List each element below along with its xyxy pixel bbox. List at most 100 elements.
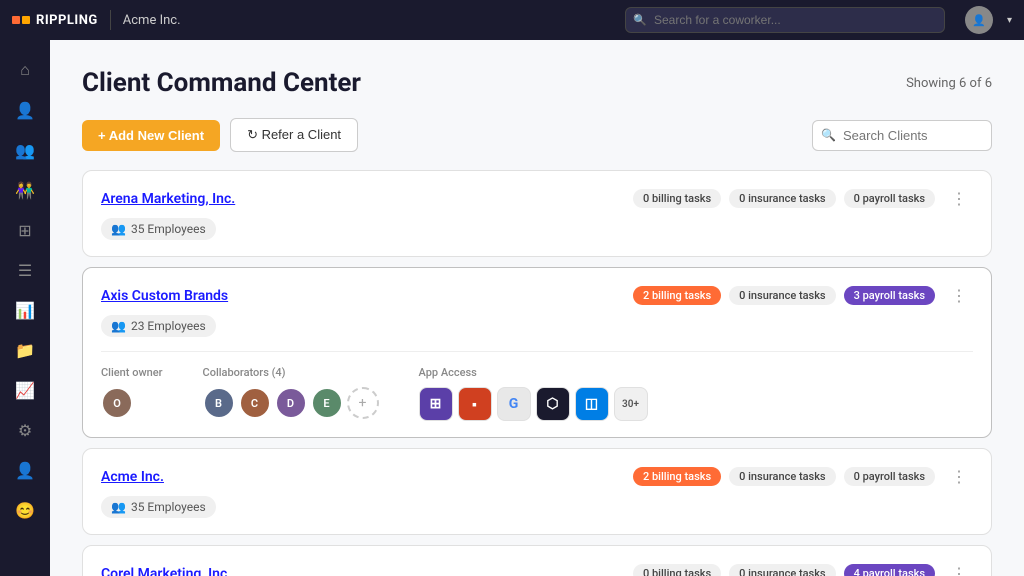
badge-group: 0 billing tasks 0 insurance tasks 4 payr… bbox=[633, 564, 935, 576]
logo-icon bbox=[12, 16, 30, 24]
client-card: Arena Marketing, Inc. 0 billing tasks 0 … bbox=[82, 170, 992, 257]
employee-count: 👥 35 Employees bbox=[101, 496, 216, 518]
app-icon-more: 30+ bbox=[614, 387, 648, 421]
employee-count: 👥 35 Employees bbox=[101, 218, 216, 240]
person-icon: 👤 bbox=[15, 101, 35, 120]
avatar[interactable]: 👤 bbox=[965, 6, 993, 34]
client-card: Corel Marketing, Inc. 0 billing tasks 0 … bbox=[82, 545, 992, 576]
client-card-top: Corel Marketing, Inc. 0 billing tasks 0 … bbox=[101, 562, 973, 576]
people-icon: 👥 bbox=[111, 222, 126, 236]
collaborators-avatar-row: BCDE+ bbox=[203, 387, 379, 419]
sidebar: ⌂ 👤 👥 👫 ⊞ ☰ 📊 📁 📈 ⚙ 👤 bbox=[0, 40, 50, 576]
logo-text: RIPPLING bbox=[36, 13, 98, 28]
client-card-top: Arena Marketing, Inc. 0 billing tasks 0 … bbox=[101, 187, 973, 210]
home-icon: ⌂ bbox=[20, 60, 30, 80]
page-header: Client Command Center Showing 6 of 6 bbox=[82, 68, 992, 98]
add-collaborator-button[interactable]: + bbox=[347, 387, 379, 419]
owner-avatar: O bbox=[101, 387, 133, 419]
sidebar-item-profile[interactable]: 😊 bbox=[7, 492, 43, 528]
app-icon[interactable]: ⊞ bbox=[419, 387, 453, 421]
sidebar-item-people[interactable]: 👤 bbox=[7, 92, 43, 128]
add-user-icon: 👤 bbox=[15, 461, 35, 480]
client-card-top: Acme Inc. 2 billing tasks 0 insurance ta… bbox=[101, 465, 973, 488]
employee-label: 35 Employees bbox=[131, 500, 206, 514]
search-clients-icon: 🔍 bbox=[821, 128, 836, 142]
client-card: Acme Inc. 2 billing tasks 0 insurance ta… bbox=[82, 448, 992, 535]
payroll-badge: 0 payroll tasks bbox=[844, 189, 935, 208]
owner-avatar-row: O bbox=[101, 387, 163, 419]
sidebar-item-team[interactable]: 👥 bbox=[7, 132, 43, 168]
employee-label: 35 Employees bbox=[131, 222, 206, 236]
search-icon: 🔍 bbox=[633, 14, 647, 27]
app-icon[interactable]: G bbox=[497, 387, 531, 421]
context-menu-button[interactable]: ⋮ bbox=[945, 465, 973, 488]
app-access-section: App Access ⊞▪G⬡◫30+ bbox=[419, 366, 648, 421]
client-card-top: Axis Custom Brands 2 billing tasks 0 ins… bbox=[101, 284, 973, 307]
sidebar-item-home[interactable]: ⌂ bbox=[7, 52, 43, 88]
page-title: Client Command Center bbox=[82, 68, 361, 98]
insurance-badge: 0 insurance tasks bbox=[729, 286, 835, 305]
client-name[interactable]: Arena Marketing, Inc. bbox=[101, 191, 623, 207]
payroll-badge: 0 payroll tasks bbox=[844, 467, 935, 486]
sidebar-item-chart[interactable]: 📊 bbox=[7, 292, 43, 328]
badge-group: 2 billing tasks 0 insurance tasks 0 payr… bbox=[633, 467, 935, 486]
app-access-label: App Access bbox=[419, 366, 648, 379]
expanded-section: Client owner O Collaborators (4) BCDE+ A… bbox=[101, 351, 973, 421]
nav-divider bbox=[110, 10, 111, 30]
top-navigation: RIPPLING Acme Inc. 🔍 👤 ▾ bbox=[0, 0, 1024, 40]
global-search-input[interactable] bbox=[625, 7, 945, 33]
client-name[interactable]: Axis Custom Brands bbox=[101, 288, 623, 304]
collaborator-avatar: E bbox=[311, 387, 343, 419]
app-icons-row: ⊞▪G⬡◫30+ bbox=[419, 387, 648, 421]
profile-icon: 😊 bbox=[15, 501, 35, 520]
global-search[interactable]: 🔍 bbox=[625, 7, 945, 33]
insurance-badge: 0 insurance tasks bbox=[729, 189, 835, 208]
groups-icon: 👫 bbox=[15, 181, 35, 200]
list-icon: ☰ bbox=[18, 261, 32, 280]
chart-icon: 📊 bbox=[15, 301, 35, 320]
apps-icon: ⊞ bbox=[18, 221, 31, 240]
showing-count: Showing 6 of 6 bbox=[906, 76, 992, 91]
rippling-logo: RIPPLING bbox=[12, 13, 98, 28]
sidebar-item-settings[interactable]: ⚙ bbox=[7, 412, 43, 448]
client-name[interactable]: Acme Inc. bbox=[101, 469, 623, 485]
sidebar-item-folder[interactable]: 📁 bbox=[7, 332, 43, 368]
app-icon[interactable]: ▪ bbox=[458, 387, 492, 421]
employee-label: 23 Employees bbox=[131, 319, 206, 333]
collaborators-section: Collaborators (4) BCDE+ bbox=[203, 366, 379, 421]
client-owner-section: Client owner O bbox=[101, 366, 163, 421]
sidebar-item-apps[interactable]: ⊞ bbox=[7, 212, 43, 248]
context-menu-button[interactable]: ⋮ bbox=[945, 284, 973, 307]
billing-badge: 0 billing tasks bbox=[633, 564, 721, 576]
app-icon[interactable]: ⬡ bbox=[536, 387, 570, 421]
billing-badge: 0 billing tasks bbox=[633, 189, 721, 208]
sidebar-item-analytics[interactable]: 📈 bbox=[7, 372, 43, 408]
folder-icon: 📁 bbox=[15, 341, 35, 360]
insurance-badge: 0 insurance tasks bbox=[729, 564, 835, 576]
sidebar-item-list[interactable]: ☰ bbox=[7, 252, 43, 288]
add-new-client-button[interactable]: + Add New Client bbox=[82, 120, 220, 151]
refer-client-button[interactable]: ↻ Refer a Client bbox=[230, 118, 358, 152]
context-menu-button[interactable]: ⋮ bbox=[945, 562, 973, 576]
badge-group: 0 billing tasks 0 insurance tasks 0 payr… bbox=[633, 189, 935, 208]
search-clients-input[interactable] bbox=[812, 120, 992, 151]
billing-badge: 2 billing tasks bbox=[633, 286, 721, 305]
sidebar-item-add-user[interactable]: 👤 bbox=[7, 452, 43, 488]
app-icon[interactable]: ◫ bbox=[575, 387, 609, 421]
payroll-badge: 3 payroll tasks bbox=[844, 286, 935, 305]
main-content: Client Command Center Showing 6 of 6 + A… bbox=[50, 40, 1024, 576]
toolbar: + Add New Client ↻ Refer a Client 🔍 bbox=[82, 118, 992, 152]
collaborators-label: Collaborators (4) bbox=[203, 366, 379, 379]
payroll-badge: 4 payroll tasks bbox=[844, 564, 935, 576]
sidebar-item-groups[interactable]: 👫 bbox=[7, 172, 43, 208]
analytics-icon: 📈 bbox=[15, 381, 35, 400]
collaborator-avatar: B bbox=[203, 387, 235, 419]
chevron-down-icon: ▾ bbox=[1007, 15, 1012, 26]
badge-group: 2 billing tasks 0 insurance tasks 3 payr… bbox=[633, 286, 935, 305]
client-name[interactable]: Corel Marketing, Inc. bbox=[101, 566, 623, 576]
context-menu-button[interactable]: ⋮ bbox=[945, 187, 973, 210]
collaborator-avatar: D bbox=[275, 387, 307, 419]
people-icon: 👥 bbox=[111, 500, 126, 514]
search-clients[interactable]: 🔍 bbox=[812, 120, 992, 151]
employee-count: 👥 23 Employees bbox=[101, 315, 216, 337]
